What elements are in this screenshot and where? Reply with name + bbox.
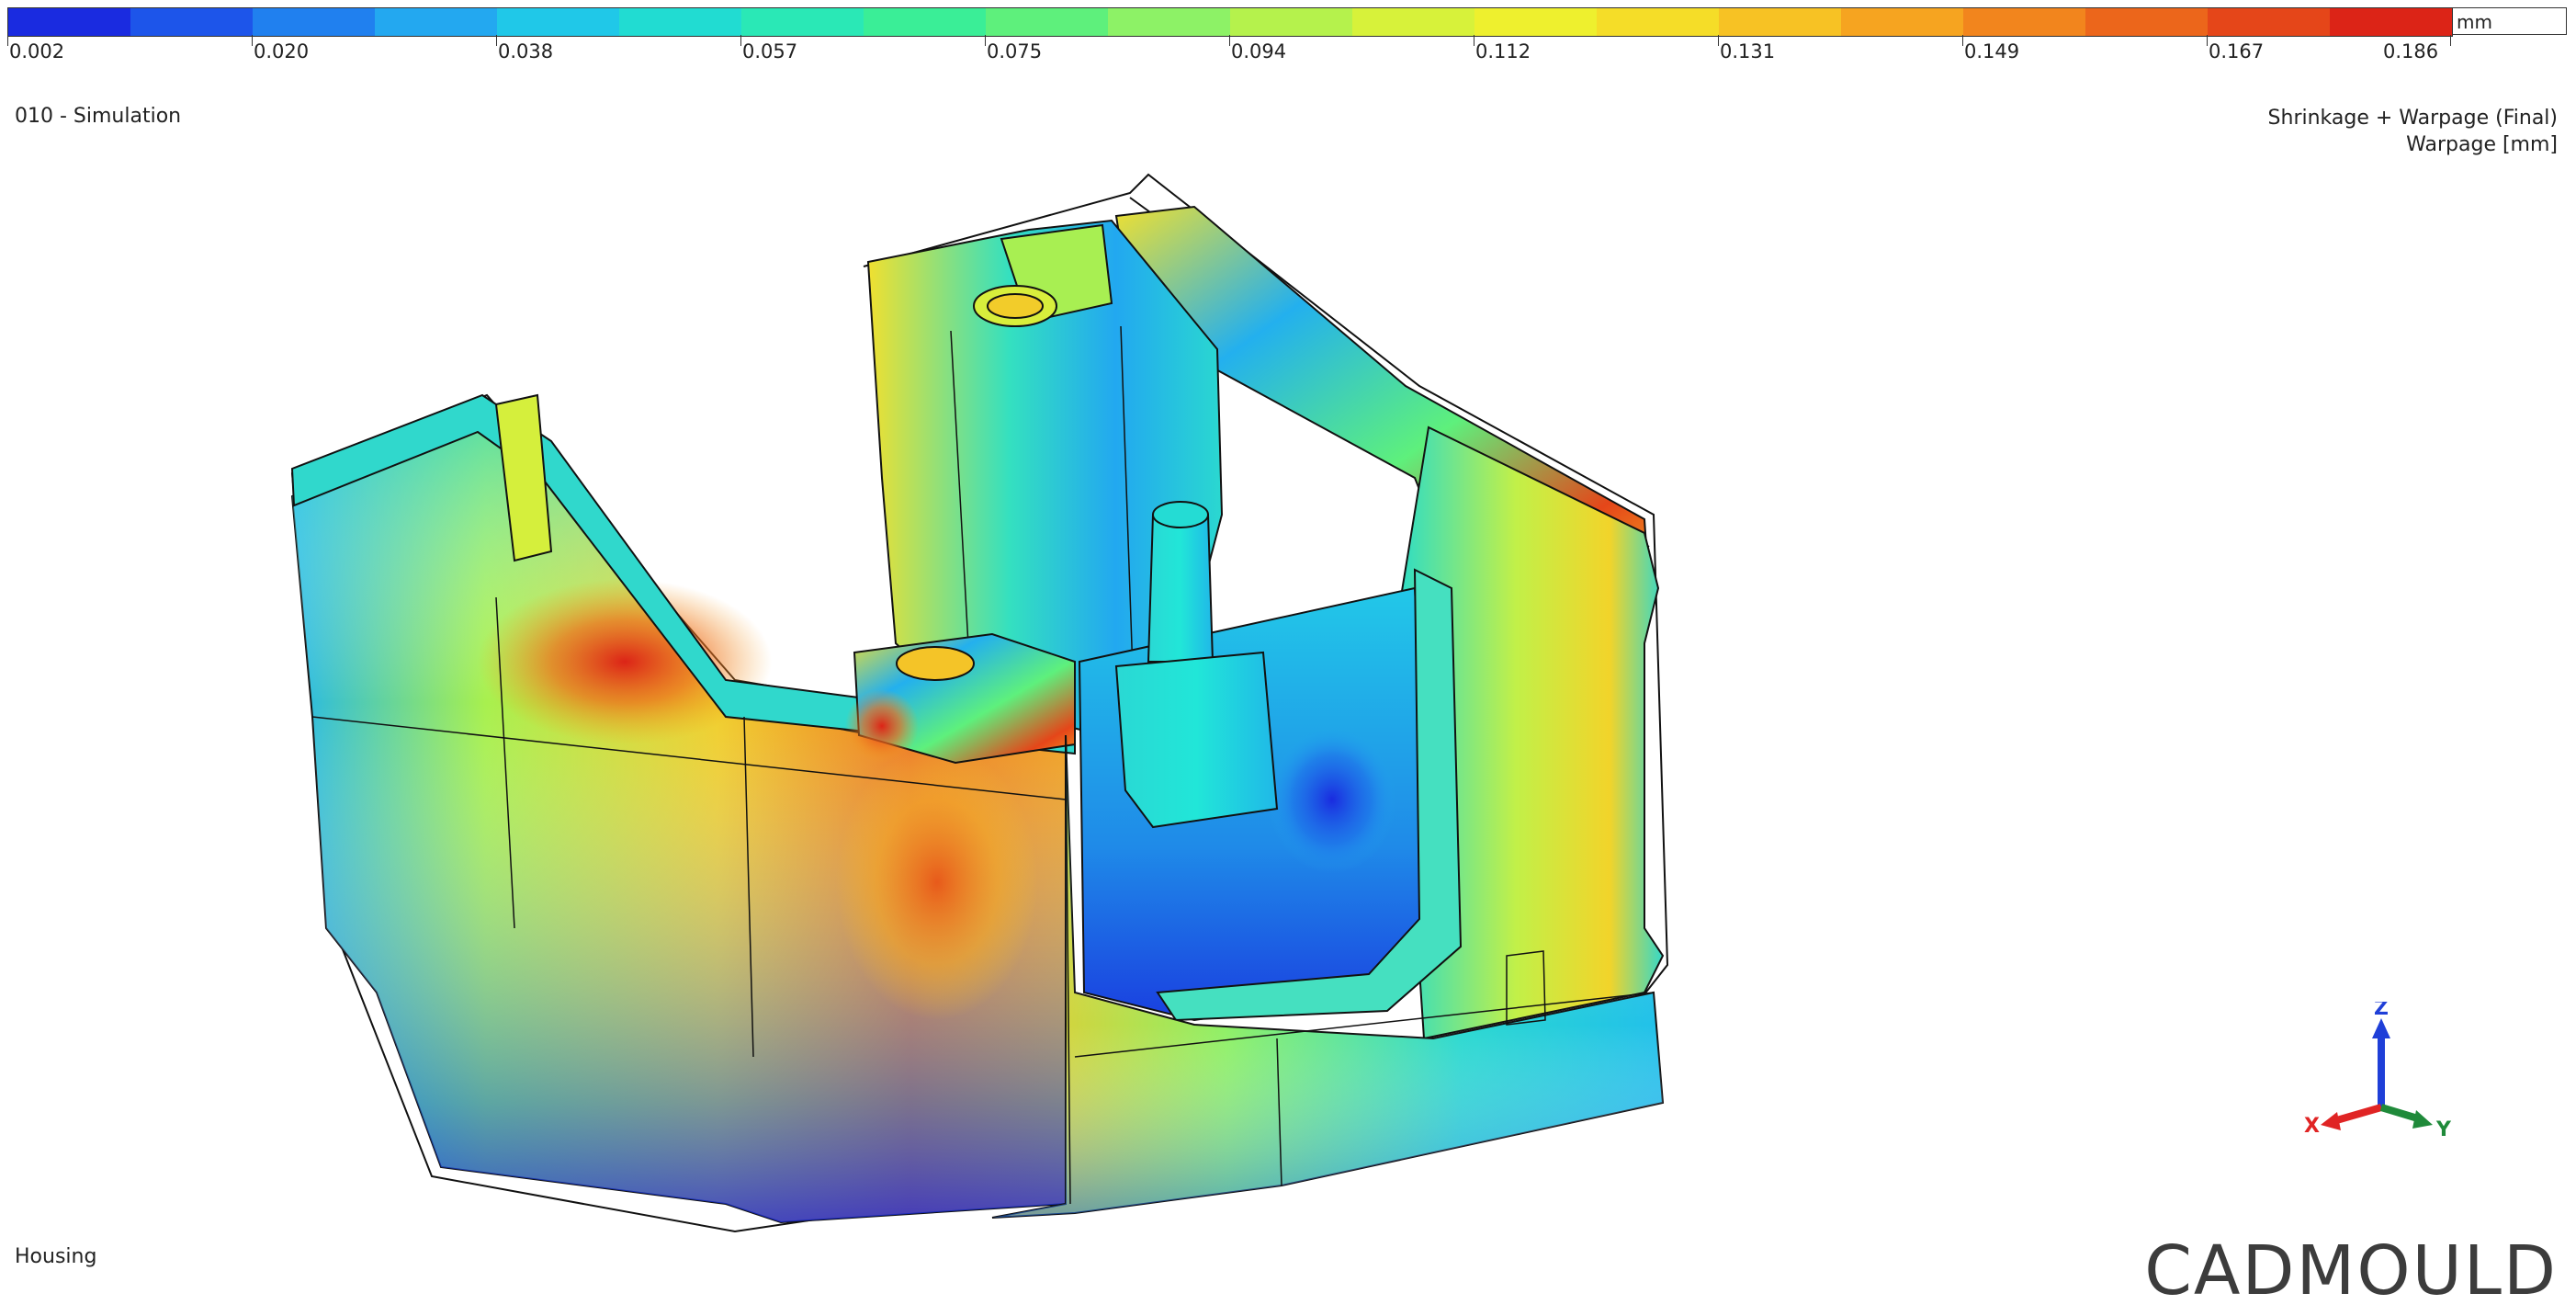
cadmould-logo: CADMOULD <box>2144 1231 2558 1310</box>
housing-model[interactable] <box>0 0 2576 1312</box>
post-base <box>1114 651 1279 829</box>
part-name: Housing <box>15 1245 97 1268</box>
axis-x-label: X <box>2304 1115 2320 1138</box>
center-post <box>1147 505 1215 663</box>
axis-triad: Z X Y <box>2304 1002 2452 1141</box>
axis-z-label: Z <box>2374 1002 2389 1020</box>
axis-y-label: Y <box>2435 1118 2452 1141</box>
model-viewport[interactable]: Z X Y <box>0 0 2576 1312</box>
